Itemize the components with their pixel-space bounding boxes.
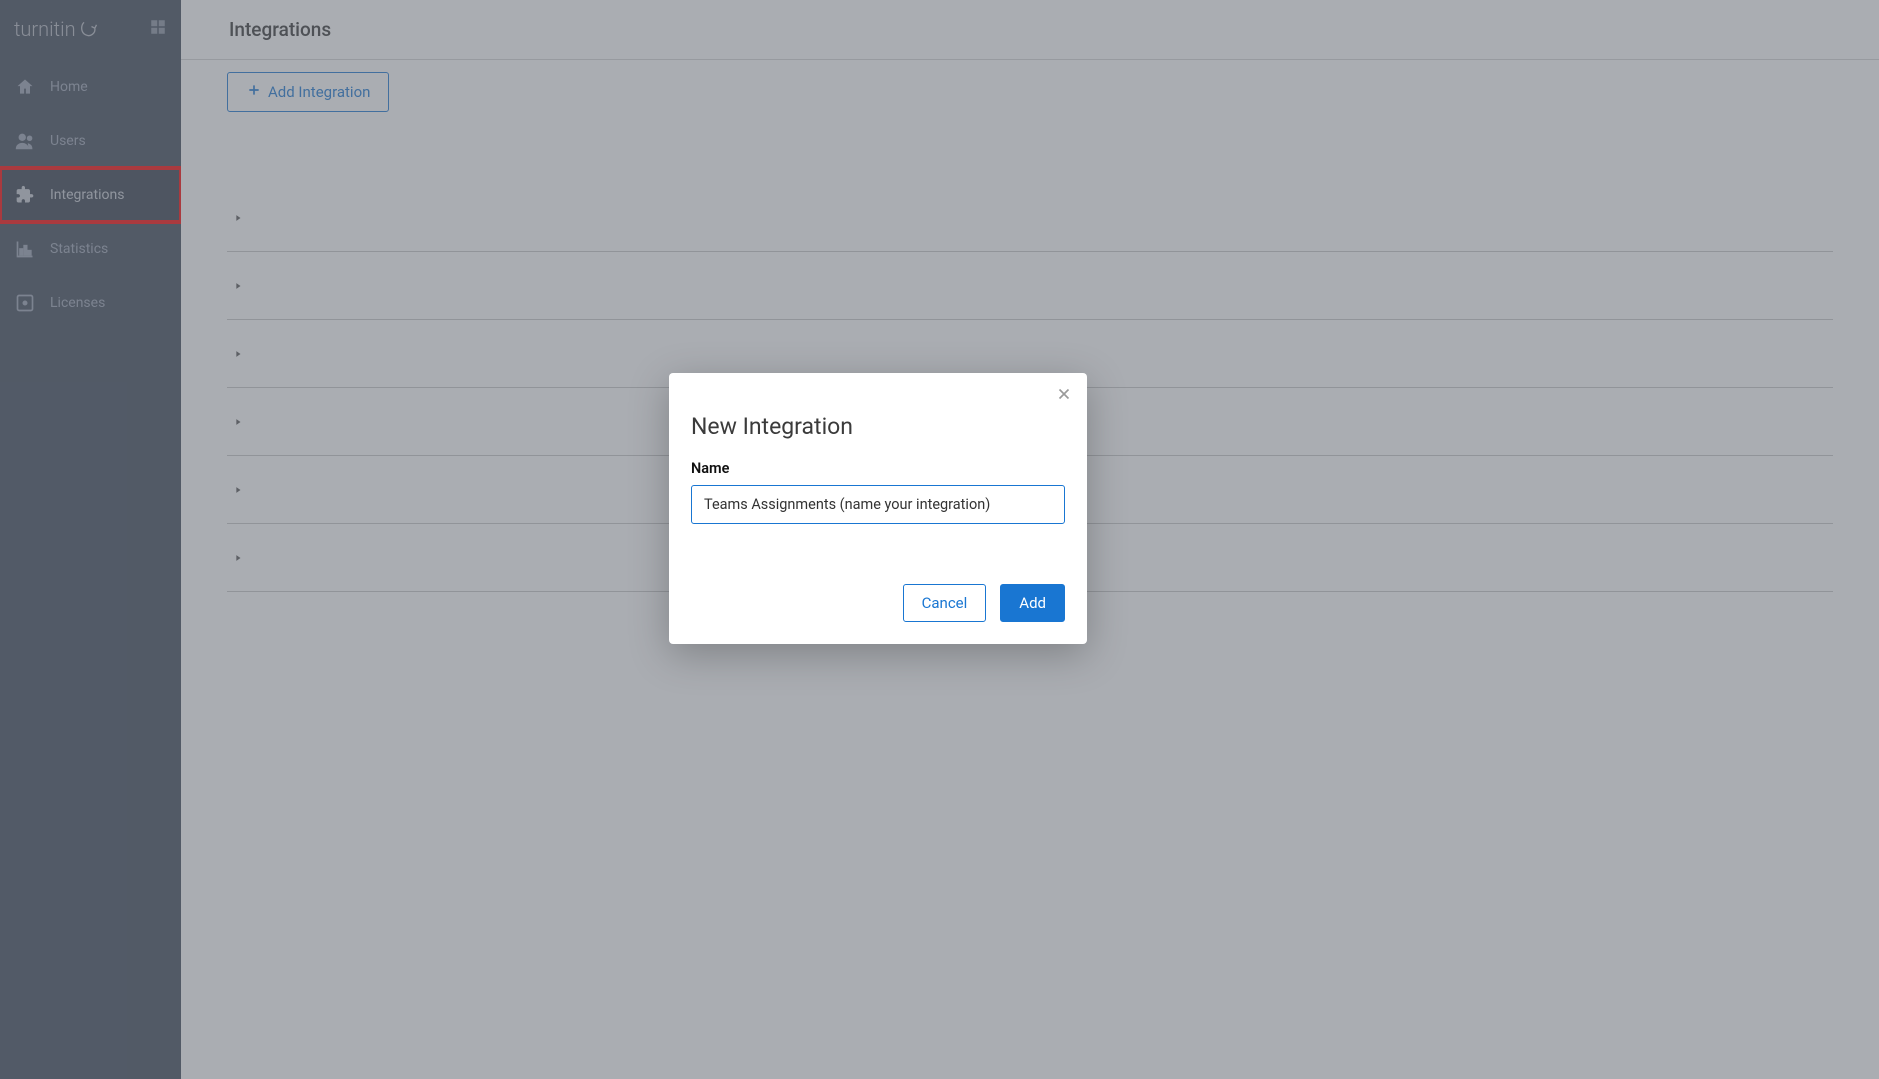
add-button[interactable]: Add xyxy=(1000,584,1065,622)
cancel-button[interactable]: Cancel xyxy=(903,584,987,622)
modal-overlay[interactable]: New Integration Name Cancel Add xyxy=(0,0,1879,1079)
close-icon[interactable] xyxy=(1055,385,1073,407)
integration-name-input[interactable] xyxy=(691,485,1065,524)
main-content: Integrations Add Integration xyxy=(181,0,1879,1079)
new-integration-modal: New Integration Name Cancel Add xyxy=(669,373,1087,644)
name-field-label: Name xyxy=(691,460,1065,477)
modal-actions: Cancel Add xyxy=(691,584,1065,622)
modal-title: New Integration xyxy=(691,413,1065,440)
